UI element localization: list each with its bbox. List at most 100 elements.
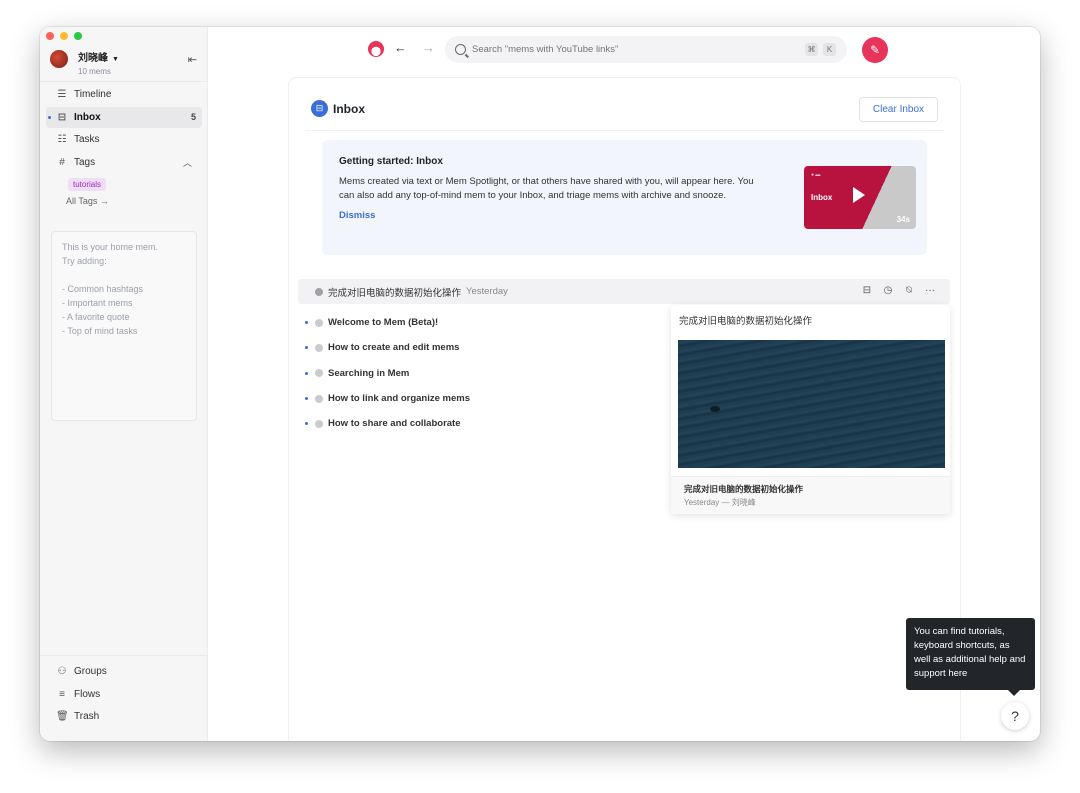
sidebar-item-label: Inbox [74, 111, 101, 123]
sidebar-item-groups[interactable]: ⚇ Groups [46, 661, 202, 682]
sidebar-bottom-nav: ⚇ Groups ≡ Flows 🗑︎ Trash [46, 661, 202, 729]
list-item[interactable]: Searching in Mem [305, 361, 470, 386]
sidebar: 刘晓峰 ▼ 10 mems ⇤ ☰ Timeline ⊟ Inbox 5 ☷ Ta… [40, 27, 208, 741]
sidebar-item-label: Tasks [74, 134, 100, 145]
help-button[interactable]: ? [1001, 702, 1029, 730]
close-window-button[interactable] [46, 32, 54, 40]
k-key-hint: K [823, 43, 836, 56]
snooze-clock-icon[interactable]: ◷ [882, 285, 894, 296]
unread-dot [305, 321, 308, 325]
inbox-count: 5 [190, 112, 196, 122]
help-tooltip: You can find tutorials, keyboard shortcu… [906, 618, 1035, 696]
search-input[interactable] [472, 44, 792, 55]
mem-preview-card[interactable]: 完成对旧电脑的数据初始化操作 完成对旧电脑的数据初始化操作 Yesterday … [671, 305, 950, 514]
sidebar-item-timeline[interactable]: ☰ Timeline [46, 84, 202, 105]
tutorial-video-thumbnail[interactable]: ● ▬ Inbox 34s [804, 166, 916, 229]
sidebar-item-inbox[interactable]: ⊟ Inbox 5 [46, 106, 202, 128]
preview-footer-title: 完成对旧电脑的数据初始化操作 [684, 484, 804, 494]
inbox-panel: ⊟ Inbox Clear Inbox Getting started: Inb… [288, 77, 961, 741]
timeline-icon: ☰ [57, 89, 67, 100]
divider [40, 655, 207, 656]
groups-icon: ⚇ [57, 666, 67, 677]
tag-tutorials[interactable]: tutorials [68, 178, 107, 191]
chevron-up-icon[interactable]: ︿ [183, 156, 192, 169]
sidebar-item-label: Tags [74, 156, 96, 168]
window-controls [46, 32, 82, 40]
clear-inbox-button[interactable]: Clear Inbox [859, 97, 938, 122]
trash-icon: 🗑︎ [56, 711, 69, 722]
sidebar-item-label: Trash [74, 711, 100, 722]
home-mem-line: - Common hashtags [62, 284, 144, 294]
top-bar: ← → ⌘ K ✎ [208, 27, 1040, 75]
user-name: 刘晓峰 [78, 53, 108, 64]
video-label: Inbox [811, 193, 833, 202]
play-icon [853, 187, 865, 203]
preview-footer-meta: Yesterday — 刘晓峰 [684, 498, 756, 507]
sidebar-item-tasks[interactable]: ☷ Tasks [46, 129, 202, 150]
list-item-title: Welcome to Mem (Beta)! [328, 317, 439, 329]
preview-image [678, 340, 945, 468]
mem-status-dot [315, 369, 323, 378]
back-arrow-icon[interactable]: ← [394, 40, 407, 55]
inbox-header: ⊟ Inbox [311, 100, 365, 117]
cmd-key-hint: ⌘ [805, 43, 818, 56]
mem-date: Yesterday [466, 286, 508, 297]
user-menu[interactable]: 刘晓峰 ▼ 10 mems [50, 49, 119, 76]
divider [305, 130, 944, 131]
page-title: Inbox [333, 101, 365, 116]
avatar [50, 50, 68, 68]
inbox-mem-row[interactable]: 完成对旧电脑的数据初始化操作 Yesterday ⊟ ◷ ⍉ ··· [298, 279, 950, 304]
preview-footer: 完成对旧电脑的数据初始化操作 Yesterday — 刘晓峰 [671, 476, 950, 514]
new-mem-button[interactable]: ✎ [862, 37, 888, 63]
banner-body: Mems created via text or Mem Spotlight, … [339, 176, 754, 201]
forward-arrow-icon[interactable]: → [422, 40, 435, 55]
collapse-sidebar-icon[interactable]: ⇤ [188, 53, 197, 66]
mem-status-dot [315, 343, 323, 352]
sidebar-item-label: Timeline [74, 89, 112, 100]
inbox-icon: ⊟ [311, 100, 328, 117]
mem-count: 10 mems [78, 67, 111, 76]
mute-bell-icon[interactable]: ⍉ [903, 285, 915, 296]
sidebar-nav: ☰ Timeline ⊟ Inbox 5 ☷ Tasks # Tags ︿ tu… [46, 84, 202, 206]
app-window: 刘晓峰 ▼ 10 mems ⇤ ☰ Timeline ⊟ Inbox 5 ☷ Ta… [40, 27, 1040, 741]
zoom-window-button[interactable] [74, 32, 82, 40]
home-mem[interactable]: This is your home mem. Try adding: - Com… [51, 231, 197, 421]
mem-status-dot [315, 287, 323, 296]
preview-title: 完成对旧电脑的数据初始化操作 [679, 316, 813, 327]
list-item-title: How to link and organize mems [328, 393, 470, 405]
list-item[interactable]: How to create and edit mems [305, 335, 470, 360]
inbox-mem-list: Welcome to Mem (Beta)! How to create and… [305, 310, 470, 436]
home-mem-line: - A favorite quote [62, 312, 130, 322]
list-item-title: Searching in Mem [328, 367, 410, 379]
search-bar[interactable]: ⌘ K [445, 36, 847, 63]
mem-logo-icon[interactable] [368, 41, 384, 57]
list-item-title: How to create and edit mems [328, 342, 460, 354]
more-icon[interactable]: ··· [924, 285, 936, 296]
mem-title: 完成对旧电脑的数据初始化操作 [328, 287, 462, 299]
unread-dot [305, 422, 308, 426]
sidebar-item-trash[interactable]: 🗑︎ Trash [46, 706, 202, 727]
sidebar-item-flows[interactable]: ≡ Flows [46, 684, 202, 705]
list-item-title: How to share and collaborate [328, 418, 461, 430]
tasks-icon: ☷ [57, 134, 67, 145]
getting-started-banner: Getting started: Inbox Mems created via … [322, 140, 927, 255]
unread-dot [305, 346, 308, 350]
compose-icon: ✎ [869, 43, 881, 57]
all-tags-link[interactable]: All Tags → [66, 196, 202, 206]
caret-down-icon: ▼ [112, 56, 119, 63]
archive-icon[interactable]: ⊟ [861, 285, 873, 296]
video-duration: 34s [896, 215, 910, 224]
mem-status-dot [315, 419, 323, 428]
sidebar-item-tags[interactable]: # Tags ︿ [46, 152, 202, 173]
mem-status-dot [315, 394, 323, 403]
home-mem-intro: This is your home mem. [62, 242, 159, 252]
list-item[interactable]: Welcome to Mem (Beta)! [305, 310, 470, 335]
unread-dot [48, 115, 51, 119]
home-mem-line: - Top of mind tasks [62, 326, 138, 336]
unread-dot [305, 371, 308, 375]
hash-icon: # [59, 156, 65, 168]
home-mem-intro: Try adding: [62, 256, 107, 266]
minimize-window-button[interactable] [60, 32, 68, 40]
list-item[interactable]: How to link and organize mems [305, 386, 470, 411]
list-item[interactable]: How to share and collaborate [305, 411, 470, 436]
